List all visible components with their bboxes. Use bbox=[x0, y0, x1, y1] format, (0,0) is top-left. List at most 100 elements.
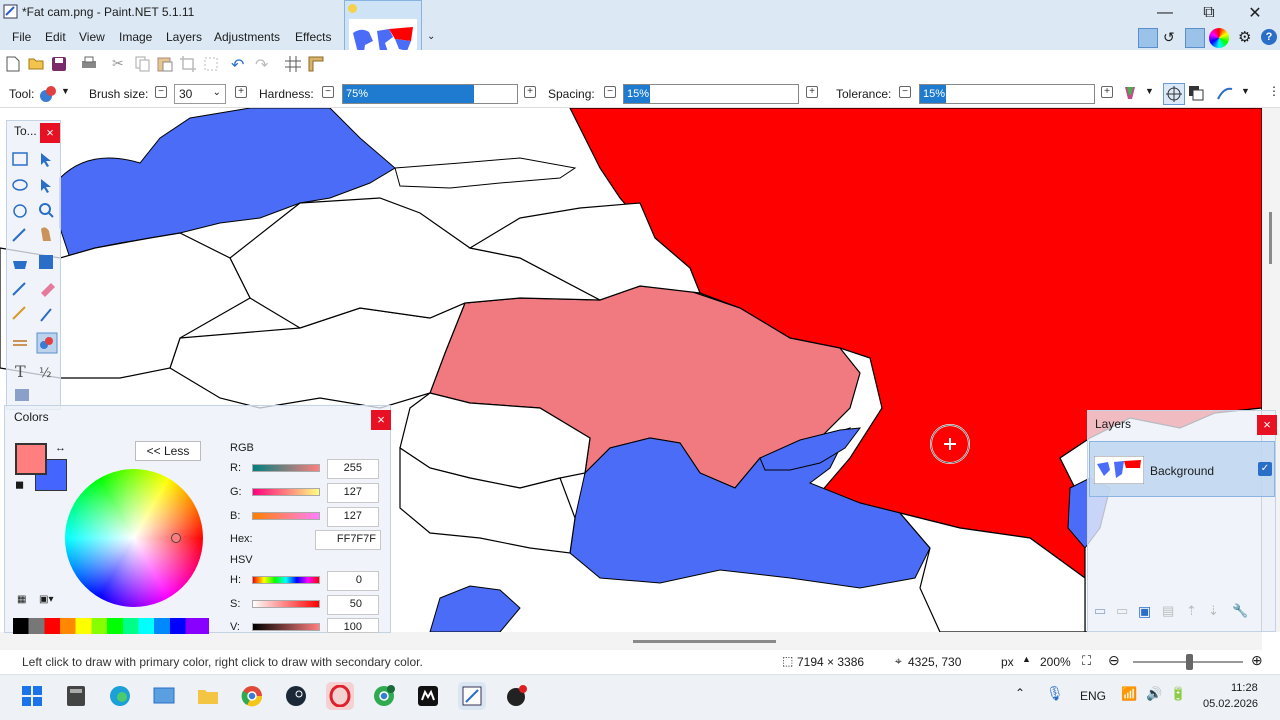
b-field[interactable]: 127 bbox=[327, 507, 379, 527]
g-gradient-slider[interactable] bbox=[252, 488, 320, 496]
tab-dropdown-icon[interactable]: ⌄ bbox=[427, 31, 435, 42]
menu-edit[interactable]: Edit bbox=[45, 30, 66, 44]
layers-window-toggle-icon[interactable] bbox=[1185, 28, 1205, 48]
menu-adjustments[interactable]: Adjustments bbox=[214, 30, 280, 44]
sampling-image-icon[interactable] bbox=[1188, 85, 1204, 101]
add-layer-icon[interactable]: ▭ bbox=[1094, 603, 1106, 619]
menu-view[interactable]: View bbox=[79, 30, 105, 44]
palette-add-icon[interactable]: ▦ bbox=[17, 594, 26, 605]
hardness-slider[interactable]: 75% bbox=[342, 84, 518, 104]
color-wheel-handle[interactable] bbox=[171, 533, 181, 543]
tolerance-slider[interactable]: 15% bbox=[919, 84, 1095, 104]
spacing-increase-button[interactable]: + bbox=[806, 86, 818, 98]
cut-icon[interactable]: ✂ bbox=[112, 55, 130, 73]
horizontal-scroll-thumb[interactable] bbox=[633, 640, 776, 643]
github-desktop-icon[interactable] bbox=[502, 682, 530, 710]
clock-date[interactable]: 05.02.2026 bbox=[1203, 698, 1258, 710]
zoom-out-icon[interactable]: ⊖ bbox=[1108, 652, 1120, 669]
help-icon[interactable]: ? bbox=[1261, 29, 1277, 45]
chrome-profile-icon[interactable] bbox=[370, 682, 398, 710]
brush-size-dropdown-icon[interactable]: ⌄ bbox=[213, 87, 221, 98]
layer-properties-icon[interactable]: 🔧 bbox=[1232, 603, 1248, 619]
tolerance-increase-button[interactable]: + bbox=[1101, 86, 1113, 98]
brush-size-increase-button[interactable]: + bbox=[235, 86, 247, 98]
file-explorer-icon[interactable] bbox=[194, 682, 222, 710]
tools-window-toggle-icon[interactable] bbox=[1138, 28, 1158, 48]
r-gradient-slider[interactable] bbox=[252, 464, 320, 472]
crop-to-selection-icon[interactable] bbox=[180, 56, 198, 74]
clock-time[interactable]: 11:28 bbox=[1231, 682, 1258, 694]
epic-app-icon[interactable] bbox=[414, 682, 442, 710]
color-palette[interactable] bbox=[13, 618, 209, 634]
tool-dropdown-icon[interactable]: ▼ bbox=[61, 86, 70, 96]
colors-panel-close-button[interactable]: × bbox=[371, 410, 391, 430]
maximize-button[interactable]: ⧉ bbox=[1186, 0, 1232, 26]
redo-icon[interactable]: ↷ bbox=[255, 55, 273, 74]
ruler-icon[interactable] bbox=[308, 56, 326, 74]
antialiasing-icon[interactable] bbox=[1216, 85, 1234, 101]
layer-row-background[interactable]: Background ✓ bbox=[1089, 441, 1275, 497]
edge-browser-icon[interactable] bbox=[106, 682, 134, 710]
minimize-button[interactable]: — bbox=[1142, 0, 1188, 26]
deselect-icon[interactable] bbox=[203, 56, 221, 74]
delete-layer-icon[interactable]: ▭ bbox=[1116, 603, 1128, 619]
zoom-level[interactable]: 200% bbox=[1040, 655, 1071, 669]
menu-file[interactable]: File bbox=[12, 30, 31, 44]
blend-mode-icon[interactable] bbox=[1123, 85, 1137, 101]
colors-window-toggle-icon[interactable] bbox=[1209, 28, 1229, 48]
h-field[interactable]: 0 bbox=[327, 571, 379, 591]
volume-icon[interactable]: 🔊 bbox=[1146, 686, 1162, 702]
wifi-icon[interactable]: 📶 bbox=[1121, 686, 1137, 702]
hardness-decrease-button[interactable]: − bbox=[322, 86, 334, 98]
r-field[interactable]: 255 bbox=[327, 459, 379, 479]
save-icon[interactable] bbox=[51, 56, 69, 74]
calculator-app-icon[interactable] bbox=[62, 682, 90, 710]
unit-selector[interactable]: px bbox=[1001, 655, 1014, 669]
close-window-button[interactable]: ✕ bbox=[1232, 0, 1278, 26]
primary-color-swatch[interactable] bbox=[15, 443, 47, 475]
antialiasing-dropdown-icon[interactable]: ▼ bbox=[1241, 86, 1250, 96]
steam-app-icon[interactable] bbox=[282, 682, 310, 710]
control-panel-icon[interactable] bbox=[150, 682, 178, 710]
hex-field[interactable]: FF7F7F bbox=[315, 530, 381, 550]
duplicate-layer-icon[interactable]: ▣ bbox=[1138, 603, 1151, 620]
toolbar-overflow-icon[interactable]: ⋮ bbox=[1268, 84, 1280, 98]
show-hidden-icons-icon[interactable]: ⌃ bbox=[1015, 686, 1025, 700]
merge-layer-icon[interactable]: ▤ bbox=[1162, 603, 1174, 619]
color-wheel[interactable] bbox=[65, 469, 203, 607]
h-gradient-slider[interactable] bbox=[252, 576, 320, 584]
new-file-icon[interactable] bbox=[6, 56, 24, 74]
s-gradient-slider[interactable] bbox=[252, 600, 320, 608]
opera-browser-icon[interactable] bbox=[326, 682, 354, 710]
v-gradient-slider[interactable] bbox=[252, 623, 320, 631]
zoom-to-window-icon[interactable]: ⛶ bbox=[1082, 653, 1091, 669]
tools-panel-close-button[interactable]: × bbox=[40, 123, 60, 143]
tolerance-decrease-button[interactable]: − bbox=[899, 86, 911, 98]
zoom-slider-thumb[interactable] bbox=[1186, 654, 1193, 670]
layer-visibility-checkbox[interactable]: ✓ bbox=[1258, 462, 1272, 476]
horizontal-scrollbar[interactable] bbox=[0, 632, 1262, 650]
print-icon[interactable] bbox=[81, 56, 99, 74]
less-button[interactable]: << Less bbox=[135, 441, 201, 461]
chrome-browser-icon[interactable] bbox=[238, 682, 266, 710]
settings-gear-icon[interactable]: ⚙ bbox=[1238, 28, 1251, 46]
blend-mode-dropdown-icon[interactable]: ▼ bbox=[1145, 86, 1154, 96]
start-button-icon[interactable] bbox=[18, 682, 46, 710]
zoom-in-icon[interactable]: ⊕ bbox=[1251, 652, 1263, 669]
open-file-icon[interactable] bbox=[28, 56, 46, 74]
palette-menu-icon[interactable]: ▣▾ bbox=[39, 594, 53, 605]
layers-panel-close-button[interactable]: × bbox=[1257, 415, 1277, 435]
history-icon[interactable]: ↺ bbox=[1163, 29, 1175, 46]
brush-size-field[interactable]: 30 ⌄ bbox=[174, 84, 226, 104]
v-field[interactable]: 100 bbox=[327, 618, 379, 633]
paintnet-taskbar-icon[interactable] bbox=[458, 682, 486, 710]
hardness-increase-button[interactable]: + bbox=[524, 86, 536, 98]
spacing-decrease-button[interactable]: − bbox=[604, 86, 616, 98]
vertical-scroll-thumb[interactable] bbox=[1269, 212, 1272, 264]
b-gradient-slider[interactable] bbox=[252, 512, 320, 520]
swap-colors-icon[interactable]: ↔ bbox=[55, 442, 66, 454]
menu-effects[interactable]: Effects bbox=[295, 30, 331, 44]
unit-dropdown-icon[interactable]: ▲ bbox=[1022, 654, 1031, 664]
spacing-slider[interactable]: 15% bbox=[623, 84, 799, 104]
grid-icon[interactable] bbox=[285, 56, 303, 74]
